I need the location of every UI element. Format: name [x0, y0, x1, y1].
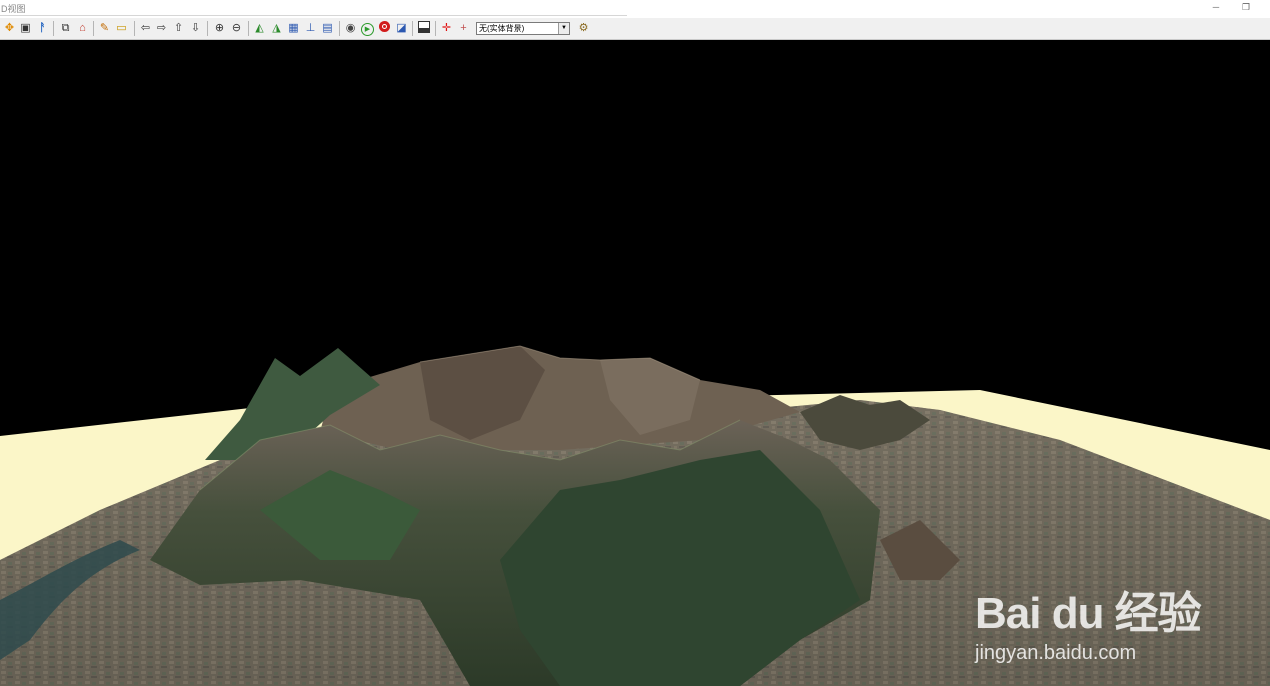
toolbar-separator [339, 21, 340, 36]
toolbar: ✥ ▣ ᚨ ⧉ ⌂ ✎ ▭ ⇦ ⇨ ⇧ ⇩ ⊕ ⊖ ◭ ◮ ▦ ⊥ ▤ ◉ ▶ … [0, 18, 1270, 40]
toolbar-separator [412, 21, 413, 36]
window-title: D视图 [1, 4, 26, 14]
save-button[interactable] [416, 21, 431, 36]
draw-icon: ✎ [99, 22, 110, 34]
background-select[interactable]: 无(实体背景) ▼ [476, 22, 570, 35]
elevation-button[interactable]: ⊥ [303, 21, 318, 36]
walk-button[interactable]: ᚨ [35, 21, 50, 36]
crosshair-icon: + [460, 22, 467, 34]
settings-icon: ⚙ [578, 22, 589, 34]
move-right-button[interactable]: ⇨ [154, 21, 169, 36]
camera-button[interactable]: ◉ [343, 21, 358, 36]
restore-button[interactable]: ❐ [1239, 1, 1253, 13]
pan-icon: ✥ [4, 22, 15, 34]
save-icon [417, 21, 430, 33]
arrow-up-icon: ⇧ [173, 22, 184, 34]
zoom-out-button[interactable]: ⊖ [229, 21, 244, 36]
grid-button[interactable]: ▦ [286, 21, 301, 36]
export-icon: ◪ [396, 22, 407, 34]
grid-icon: ▦ [288, 22, 299, 34]
crosshair-button[interactable]: + [456, 21, 471, 36]
background-select-value: 无(实体背景) [479, 24, 525, 33]
arrow-down-icon: ⇩ [190, 22, 201, 34]
layer-icon: ▣ [20, 22, 31, 34]
toolbar-separator [248, 21, 249, 36]
terrain-viewport[interactable]: Bai du 经验 jingyan.baidu.com [0, 40, 1270, 686]
zoom-in-button[interactable]: ⊕ [212, 21, 227, 36]
marker-button[interactable]: ✛ [439, 21, 454, 36]
watermark-brand: Bai du 经验 [975, 589, 1202, 638]
toolbar-separator [435, 21, 436, 36]
toolbar-separator [134, 21, 135, 36]
export-button[interactable]: ◪ [394, 21, 409, 36]
draw-button[interactable]: ✎ [97, 21, 112, 36]
minimize-button[interactable]: ─ [1209, 1, 1223, 13]
baidu-watermark: Bai du 经验 jingyan.baidu.com [975, 588, 1202, 664]
crosshair-red-icon: ✛ [441, 22, 452, 34]
watermark-url: jingyan.baidu.com [975, 642, 1137, 664]
play-button[interactable]: ▶ [360, 21, 375, 36]
copy-button[interactable]: ⧉ [58, 21, 73, 36]
zoom-in-icon: ⊕ [214, 22, 225, 34]
title-divider [0, 15, 627, 16]
toolbar-separator [53, 21, 54, 36]
toolbar-separator [93, 21, 94, 36]
terrain-button[interactable]: ◭ [252, 21, 267, 36]
chevron-down-icon: ▼ [558, 23, 569, 34]
home-button[interactable]: ⌂ [75, 21, 90, 36]
home-icon: ⌂ [79, 22, 86, 34]
terrain-icon: ◭ [255, 22, 264, 34]
arrow-right-icon: ⇨ [156, 22, 167, 34]
walk-icon: ᚨ [39, 22, 46, 34]
terrain-edit-button[interactable]: ◮ [269, 21, 284, 36]
chart-icon: ▤ [322, 22, 333, 34]
zoom-out-icon: ⊖ [231, 22, 242, 34]
move-up-button[interactable]: ⇧ [171, 21, 186, 36]
toolbar-separator [207, 21, 208, 36]
play-icon: ▶ [361, 23, 374, 36]
copy-icon: ⧉ [61, 22, 70, 34]
camera-icon: ◉ [345, 22, 356, 34]
move-left-button[interactable]: ⇦ [138, 21, 153, 36]
arrow-left-icon: ⇦ [140, 22, 151, 34]
stop-icon [379, 21, 390, 32]
title-bar: D视图 ─ ❐ [0, 0, 1270, 16]
ruler-icon: ▭ [116, 22, 127, 34]
measure-button[interactable]: ▭ [114, 21, 129, 36]
move-down-button[interactable]: ⇩ [188, 21, 203, 36]
pan-button[interactable]: ✥ [2, 21, 17, 36]
chart-button[interactable]: ▤ [320, 21, 335, 36]
terrain-edit-icon: ◮ [272, 22, 281, 34]
elevation-icon: ⊥ [305, 22, 316, 34]
settings-button[interactable]: ⚙ [576, 21, 591, 36]
stop-button[interactable] [377, 21, 392, 36]
layer-button[interactable]: ▣ [18, 21, 33, 36]
